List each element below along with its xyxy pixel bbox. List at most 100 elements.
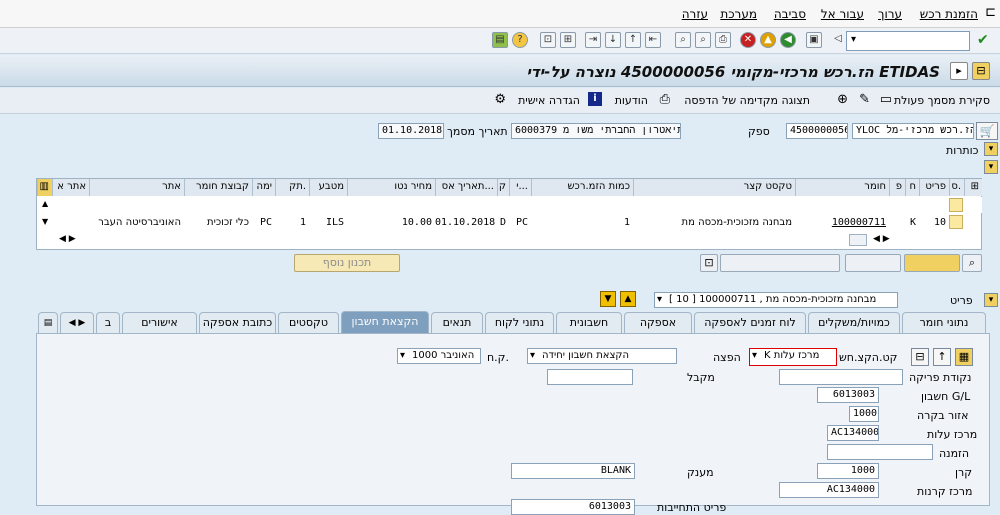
items-expand-icon[interactable]: ▾ [984,160,998,174]
default-values-icon[interactable]: ⊡ [700,254,718,272]
doc-type-select[interactable]: YLOC הז.רכש מרכזי-מל [852,123,974,139]
cell-delivery-date[interactable]: 01.10.2018 [435,215,497,231]
tab-list-icon[interactable]: ▤ [38,312,58,333]
cart-icon[interactable]: 🛒 [976,122,998,140]
col-unit[interactable]: י... [509,179,531,196]
cell-opu[interactable]: PC [252,215,275,231]
tab-delivery-schedule[interactable]: לוח זמנים לאספקה [694,312,806,333]
grid-view-icon[interactable]: ▦ [955,348,973,366]
sort-filter-buttons[interactable] [720,254,840,272]
col-opu[interactable]: ימה [252,179,275,196]
row-selector-empty[interactable] [949,215,963,229]
col-per[interactable]: תק. [275,179,309,196]
menu-environment[interactable]: סביבה [774,7,806,21]
personal-settings-button[interactable]: הגדרה אישית [518,94,580,107]
cancel-icon[interactable]: ✕ [740,32,756,48]
help-icon[interactable]: ? [512,32,528,48]
tab-material-data[interactable]: נתוני חומר [902,312,986,333]
info-icon[interactable]: i [588,92,602,106]
tab-delivery-address[interactable]: כתובת אספקה [199,312,276,333]
unloading-point-field[interactable] [779,369,903,385]
shortcut-icon[interactable]: ⊡ [540,32,556,48]
print-preview-icon[interactable]: ⎙ [660,92,670,107]
col-currency[interactable]: מטבע [309,179,347,196]
menu-toggle-icon[interactable]: ⊏ [985,5,996,20]
col-status[interactable]: ס. [949,179,964,196]
col-item[interactable]: פריט [919,179,949,196]
back-arrow-icon[interactable]: ◁ [830,32,846,48]
select-all-icon[interactable]: ⊞ [964,179,982,196]
cell-acct[interactable]: K [905,215,919,231]
gl-account-field[interactable]: 6013003 [817,387,879,403]
new-session-icon[interactable]: ⊞ [560,32,576,48]
transaction-icon[interactable]: ⊟ [972,62,990,80]
prev-page-icon[interactable]: ↑ [625,32,641,48]
cell-net-price[interactable]: 10.00 [347,215,435,231]
tab-quantities[interactable]: כמויות/משקלים [808,312,900,333]
order-field[interactable] [827,444,933,460]
cell-short-text[interactable]: מבחנה מזכוכית-מכסה מת [633,215,795,231]
scroll-left-icon[interactable]: ◀ ▶ [59,234,76,244]
items-table[interactable]: ⊞ ס. פריט ח פ חומר טקסט קצר כמות הזמ.רכש… [36,178,982,250]
col-mat-group[interactable]: קבוצת חומר [184,179,252,196]
sort-up-icon[interactable]: ↑ [933,348,951,366]
h-scroll-thumb[interactable] [849,234,867,246]
commitment-item-field[interactable]: 6013003 [511,499,635,515]
col-datecat[interactable]: ק [497,179,509,196]
additional-planning-button[interactable]: תכנון נוסף [294,254,400,272]
scroll-down-icon[interactable]: ▼ [42,217,48,226]
business-area-field[interactable]: 1000 [849,406,879,422]
item-group-buttons[interactable] [904,254,960,272]
find-next-icon[interactable]: ⌕ [675,32,691,48]
other-po-icon[interactable]: ⊕ [837,92,848,107]
first-page-icon[interactable]: ⇤ [645,32,661,48]
cell-currency[interactable]: ILS [309,215,347,231]
col-plant[interactable]: אתר [89,179,184,196]
assign-icon[interactable]: ⊟ [911,348,929,366]
col-qty[interactable]: כמות הזמ.רכש [531,179,633,196]
fund-field[interactable]: 1000 [817,463,879,479]
column-config-icon[interactable]: ▥ [37,179,52,196]
table-row[interactable]: 10 K 100000711 מבחנה מזכוכית-מכסה מת 1 P… [37,197,982,228]
menu-purchase-order[interactable]: הזמנת רכש [920,7,978,21]
tab-more[interactable]: ב [96,312,120,333]
vendor-field[interactable]: 6000379 התיאטרון החברתי משו מ [511,123,681,139]
row-selector[interactable] [949,198,963,212]
tab-account-assignment[interactable]: הקצאת חשבון [341,311,429,334]
next-page-icon[interactable]: ↓ [605,32,621,48]
cost-center-field[interactable]: AC134000 [827,425,879,441]
tab-customer-data[interactable]: נתוני לקוח [485,312,554,333]
enter-check-icon[interactable]: ✔ [977,32,989,48]
tab-conditions[interactable]: תנאים [431,312,483,333]
doc-date-field[interactable]: 01.10.2018 [378,123,444,139]
prev-item-icon[interactable]: ▲ [620,291,636,307]
col-material[interactable]: חומר [795,179,889,196]
cell-unit[interactable]: PC [509,215,531,231]
command-dropdown-icon[interactable]: ▾ [851,34,856,45]
tab-invoice[interactable]: חשבונית [556,312,622,333]
header-expand-icon[interactable]: ▾ [984,142,998,156]
scroll-right-icon[interactable]: ◀ ▶ [873,234,890,244]
edit-pen-icon[interactable]: ✎ [859,92,870,107]
tab-texts[interactable]: טקסטים [278,312,339,333]
col-storage[interactable]: אתר א [52,179,89,196]
settings-icon[interactable]: ⚙ [494,92,506,107]
col-itemcat[interactable]: פ [889,179,905,196]
funds-center-field[interactable]: AC134000 [779,482,879,498]
find-icon[interactable]: ⌕ [695,32,711,48]
item-select[interactable]: [ 10 ] 100000711 , מבחנה מזכוכית-מכסה מת [654,292,898,308]
recipient-field[interactable] [547,369,633,385]
po-number-field[interactable]: 4500000056 [786,123,848,139]
tab-confirmations[interactable]: אישורים [122,312,197,333]
menu-edit[interactable]: ערוך [878,7,902,21]
details-icon[interactable]: ⌕ [962,254,982,272]
display-change-icon[interactable]: ▭ [880,92,892,107]
cell-qty[interactable]: 1 [531,215,633,231]
grant-field[interactable]: BLANK [511,463,635,479]
cell-datecat[interactable]: D [497,215,509,231]
exit-icon[interactable]: ▲ [760,32,776,48]
next-item-icon[interactable]: ▼ [600,291,616,307]
item-expand-icon[interactable]: ▾ [984,293,998,307]
layout-menu-icon[interactable]: ▤ [492,32,508,48]
cell-mat-group[interactable]: כלי זכוכית [184,215,252,231]
